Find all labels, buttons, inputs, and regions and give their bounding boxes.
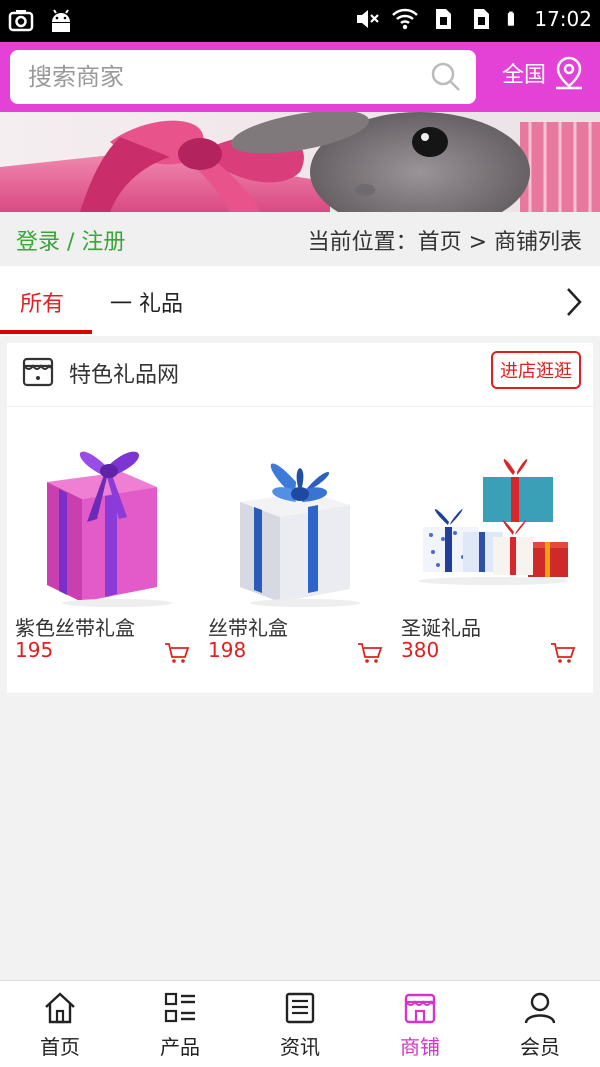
search-box[interactable] (10, 50, 476, 104)
product-name: 丝带礼盒 (208, 616, 288, 640)
search-input[interactable] (10, 50, 410, 104)
product-name: 紫色丝带礼盒 (15, 616, 135, 640)
product-item[interactable]: 紫色丝带礼盒 195 (7, 407, 200, 693)
banner-image[interactable] (0, 112, 600, 212)
tab-gift[interactable]: 一 礼品 (110, 286, 183, 318)
grid-list-icon (164, 992, 195, 1023)
battery-icon (508, 11, 515, 26)
cart-icon[interactable] (550, 641, 576, 665)
product-price: 195 (15, 638, 54, 662)
nav-news[interactable]: 资讯 (240, 981, 360, 1067)
status-bar: 17:02 (0, 0, 600, 42)
product-price: 198 (208, 638, 247, 662)
nav-products-label: 产品 (160, 1035, 200, 1059)
user-icon (524, 992, 556, 1024)
store-icon (22, 357, 54, 387)
nav-news-label: 资讯 (280, 1035, 320, 1059)
tab-all[interactable]: 所有 (0, 266, 92, 336)
product-price: 380 (401, 638, 440, 662)
product-item[interactable]: 丝带礼盒 198 (200, 407, 393, 693)
nav-shops-label: 商铺 (400, 1035, 440, 1059)
blue-ribbon-gift-box-image (240, 463, 360, 607)
tab-active-indicator (0, 330, 92, 334)
mute-icon (357, 10, 380, 28)
header: 全国 (0, 42, 600, 112)
breadcrumb: 当前位置：首页 > 商铺列表 (307, 230, 582, 255)
home-icon (45, 992, 75, 1024)
nav-products[interactable]: 产品 (120, 981, 240, 1067)
nav-home[interactable]: 首页 (0, 981, 120, 1067)
clock: 17:02 (534, 7, 592, 31)
product-item[interactable]: 圣诞礼品 380 (393, 407, 586, 693)
nav-member[interactable]: 会员 (480, 981, 600, 1067)
nav-home-label: 首页 (40, 1035, 80, 1059)
nav-member-label: 会员 (520, 1035, 560, 1059)
news-icon (285, 992, 315, 1024)
chevron-right-icon[interactable] (562, 286, 586, 318)
user-bar: 登录 / 注册 当前位置：首页 > 商铺列表 (0, 212, 600, 266)
banner-illustration (0, 112, 600, 212)
tab-all-label: 所有 (20, 292, 65, 317)
wifi-icon (392, 8, 419, 30)
christmas-gifts-image (418, 459, 568, 585)
product-list: 紫色丝带礼盒 195 丝带礼盒 198 圣诞礼品 380 (7, 407, 593, 693)
region-label: 全国 (501, 63, 546, 88)
category-tabs: 所有 一 礼品 (0, 266, 600, 336)
login-register-link[interactable]: 登录 / 注册 (16, 224, 125, 256)
cart-icon[interactable] (164, 641, 190, 665)
sim2-icon (474, 9, 490, 29)
enter-shop-button[interactable]: 进店逛逛 (491, 351, 581, 389)
location-pin-icon (556, 56, 582, 90)
shop-card: 特色礼品网 进店逛逛 紫色丝带礼盒 195 丝带礼盒 198 圣诞礼品 380 (7, 343, 593, 693)
shop-header: 特色礼品网 进店逛逛 (7, 343, 593, 407)
product-name: 圣诞礼品 (401, 616, 481, 640)
search-icon[interactable] (430, 61, 462, 93)
bottom-nav: 首页 产品 资讯 商铺 会员 (0, 980, 600, 1067)
shop-name: 特色礼品网 (69, 363, 180, 388)
store-icon (404, 993, 436, 1024)
screenshot-icon (8, 10, 34, 32)
android-icon (52, 9, 70, 32)
region-selector[interactable]: 全国 (502, 56, 584, 90)
nav-shops[interactable]: 商铺 (360, 981, 480, 1067)
cart-icon[interactable] (357, 641, 383, 665)
purple-gift-box-image (47, 451, 172, 607)
sim1-icon (436, 9, 452, 29)
